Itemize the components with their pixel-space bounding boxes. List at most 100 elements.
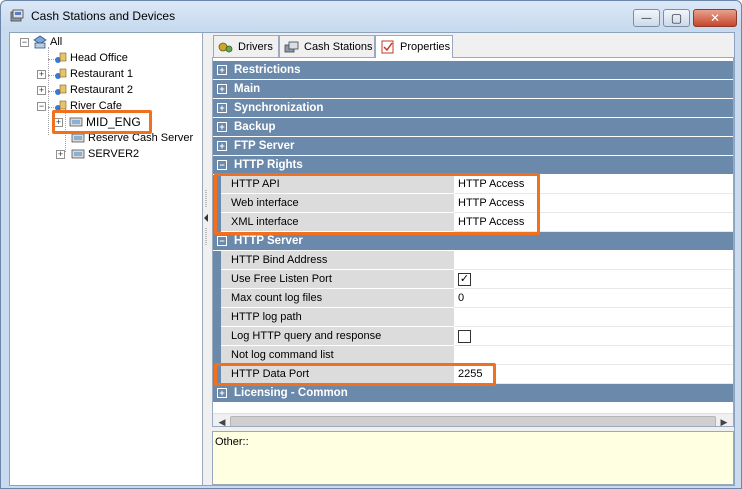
stations-tree[interactable]: − All Head Office + Restaurant 1 + Resta… (10, 33, 203, 485)
tab-label: Drivers (238, 40, 273, 53)
tree-node-reserve-cash-server[interactable]: Reserve Cash Server (70, 130, 195, 146)
property-row-log-http-query[interactable]: Log HTTP query and response (213, 327, 733, 346)
tree-node-label: River Cafe (70, 100, 122, 112)
use-free-listen-port-checkbox[interactable]: ✓ (458, 272, 471, 286)
maximize-icon: ▢ (670, 11, 683, 25)
network-icon (33, 35, 47, 49)
property-name: Web interface (221, 194, 454, 213)
property-value[interactable] (454, 308, 733, 327)
property-name: XML interface (221, 213, 454, 232)
window-title: Cash Stations and Devices (31, 9, 176, 23)
property-row-web-interface[interactable]: Web interface HTTP Access (213, 194, 733, 213)
panel-splitter[interactable] (203, 33, 209, 485)
category-synchronization[interactable]: + Synchronization (213, 99, 733, 117)
property-row-max-count-log-files[interactable]: Max count log files 0 (213, 289, 733, 308)
tree-node-all[interactable]: All (32, 34, 64, 50)
tree-node-server2[interactable]: SERVER2 (70, 146, 141, 162)
category-http-server[interactable]: − HTTP Server (213, 232, 733, 250)
category-http-rights[interactable]: − HTTP Rights (213, 156, 733, 174)
tree-collapse-river-cafe[interactable]: − (37, 102, 46, 111)
cash-stations-window: Cash Stations and Devices — ▢ ✕ − All He… (0, 0, 742, 489)
tree-node-label: Head Office (70, 52, 128, 64)
property-row-http-api[interactable]: HTTP API HTTP Access (213, 175, 733, 194)
property-name: HTTP log path (221, 308, 454, 327)
property-row-use-free-listen-port[interactable]: Use Free Listen Port ✓ (213, 270, 733, 289)
category-label: Licensing - Common (234, 387, 348, 399)
scrollbar-thumb[interactable] (230, 416, 716, 426)
tab-label: Properties (400, 41, 451, 53)
property-row-http-bind-address[interactable]: HTTP Bind Address (213, 251, 733, 270)
scroll-left-icon[interactable]: ◀ (215, 415, 229, 426)
close-button[interactable]: ✕ (693, 9, 737, 27)
drivers-icon (218, 42, 233, 52)
tree-node-river-cafe[interactable]: River Cafe (52, 98, 124, 114)
category-label: Synchronization (234, 102, 324, 114)
tree-node-label: Restaurant 2 (70, 84, 133, 96)
properties-icon (381, 40, 394, 54)
category-restrictions[interactable]: + Restrictions (213, 61, 733, 79)
category-label: Backup (234, 121, 276, 133)
server-node-icon (55, 84, 67, 95)
tree-node-mid-eng[interactable]: MID_ENG (68, 114, 143, 130)
tab-drivers[interactable]: Drivers (213, 35, 279, 57)
category-label: HTTP Rights (234, 159, 303, 171)
tree-expand-restaurant-2[interactable]: + (37, 86, 46, 95)
tree-node-label: SERVER2 (88, 148, 140, 160)
property-value[interactable]: 2255 (454, 365, 733, 384)
minimize-button[interactable]: — (633, 9, 660, 27)
property-row-http-log-path[interactable]: HTTP log path (213, 308, 733, 327)
expand-icon[interactable]: + (217, 141, 227, 151)
tree-collapse-all[interactable]: − (20, 38, 29, 47)
property-row-not-log-command-list[interactable]: Not log command list (213, 346, 733, 365)
property-grid[interactable]: + Restrictions + Main + Synchronization + Ba… (212, 57, 734, 427)
server-node-icon (55, 68, 67, 79)
expand-icon[interactable]: + (217, 84, 227, 94)
property-value[interactable] (454, 251, 733, 270)
collapse-icon[interactable]: − (217, 160, 227, 170)
expand-icon[interactable]: + (217, 122, 227, 132)
tree-expand-restaurant-1[interactable]: + (37, 70, 46, 79)
property-value[interactable]: HTTP Access (454, 194, 733, 213)
property-row-http-data-port[interactable]: HTTP Data Port 2255 (213, 365, 733, 384)
tree-node-restaurant-1[interactable]: Restaurant 1 (52, 66, 135, 82)
horizontal-scrollbar[interactable]: ◀ ▶ (213, 413, 733, 426)
expand-icon[interactable]: + (217, 65, 227, 75)
tree-node-head-office[interactable]: Head Office (52, 50, 130, 66)
computer-icon (71, 133, 85, 143)
tree-node-label: Restaurant 1 (70, 68, 133, 80)
tab-cash-stations[interactable]: Cash Stations (279, 35, 375, 57)
tree-node-label: Reserve Cash Server (88, 132, 194, 144)
tab-properties[interactable]: Properties (375, 35, 453, 58)
scroll-right-icon[interactable]: ▶ (717, 415, 731, 426)
expand-icon[interactable]: + (217, 388, 227, 398)
cash-stations-icon (284, 41, 299, 52)
tree-expand-mid-eng[interactable]: + (54, 118, 63, 127)
server-node-icon (55, 52, 67, 63)
property-value[interactable] (454, 346, 733, 365)
close-icon: ✕ (709, 11, 721, 25)
splitter-collapse-arrow-icon[interactable] (203, 188, 209, 248)
description-panel: Other:: (212, 431, 734, 485)
description-text: Other:: (215, 436, 249, 448)
tree-node-restaurant-2[interactable]: Restaurant 2 (52, 82, 135, 98)
category-backup[interactable]: + Backup (213, 118, 733, 136)
category-label: FTP Server (234, 140, 295, 152)
property-value[interactable]: HTTP Access (454, 213, 733, 232)
property-value[interactable]: 0 (454, 289, 733, 308)
expand-icon[interactable]: + (217, 103, 227, 113)
category-label: Main (234, 83, 261, 95)
category-main[interactable]: + Main (213, 80, 733, 98)
category-ftp-server[interactable]: + FTP Server (213, 137, 733, 155)
property-name: HTTP Data Port (221, 365, 454, 384)
collapse-icon[interactable]: − (217, 236, 227, 246)
category-label: Restrictions (234, 64, 301, 76)
property-row-xml-interface[interactable]: XML interface HTTP Access (213, 213, 733, 232)
title-bar[interactable]: Cash Stations and Devices — ▢ ✕ (1, 1, 741, 31)
property-value[interactable]: HTTP Access (454, 175, 733, 194)
category-licensing-common[interactable]: + Licensing - Common (213, 384, 733, 402)
log-http-query-checkbox[interactable] (458, 329, 471, 343)
app-icon (10, 9, 24, 22)
maximize-button[interactable]: ▢ (663, 9, 690, 27)
tree-expand-server2[interactable]: + (56, 150, 65, 159)
computer-icon (71, 149, 85, 159)
